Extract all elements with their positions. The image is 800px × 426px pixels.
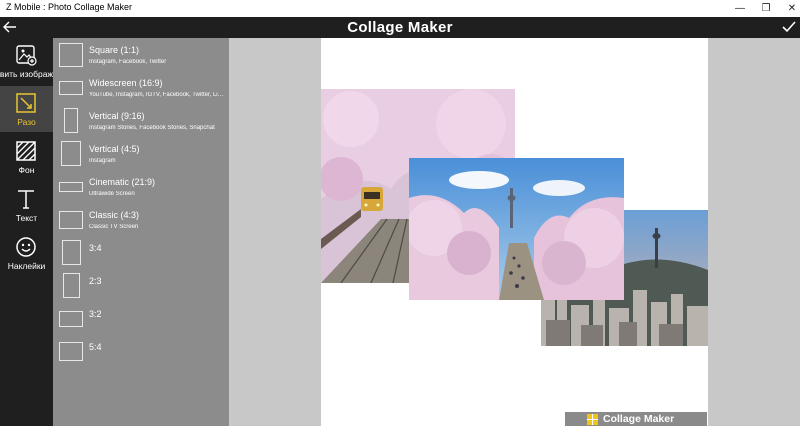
ratio-name: 5:4	[89, 342, 102, 352]
page-title: Collage Maker	[347, 19, 453, 36]
ratio-name: Classic (4:3)	[89, 210, 140, 220]
ratio-preview-shape	[62, 240, 81, 265]
tool-background[interactable]: Фон	[0, 134, 53, 180]
ratio-icon	[16, 93, 36, 113]
ratio-option-5-4[interactable]: 5:4	[53, 339, 229, 372]
ratio-option-2-3[interactable]: 2:3	[53, 273, 229, 306]
ratio-list: Square (1:1) Instagram, Facebook, Twitte…	[53, 38, 229, 426]
ratio-description: Ultrawide Screen	[89, 191, 135, 197]
collage-watermark: Collage Maker	[565, 412, 707, 426]
checkmark-icon	[782, 21, 796, 33]
collage-photo-park[interactable]	[409, 158, 624, 300]
ratio-description: YouTube, Instagram, IGTV, Facebook, Twit…	[89, 92, 225, 98]
ratio-description: Classic TV Screen	[89, 224, 139, 230]
ratio-preview-shape	[59, 182, 83, 192]
done-button[interactable]	[781, 19, 797, 35]
ratio-name: Cinematic (21:9)	[89, 177, 156, 187]
ratio-preview-shape	[59, 342, 83, 361]
ratio-preview-shape	[61, 141, 81, 166]
tool-sidebar: вить изображ Разо Фон Текст Наклейки	[0, 38, 53, 426]
watermark-text: Collage Maker	[603, 413, 675, 425]
ratio-name: Square (1:1)	[89, 45, 140, 55]
window-titlebar: Z Mobile : Photo Collage Maker — ❐ ✕	[0, 0, 800, 17]
tool-stickers[interactable]: Наклейки	[0, 230, 53, 276]
ratio-option-cinematic[interactable]: Cinematic (21:9) Ultrawide Screen	[53, 174, 229, 207]
ratio-description: Instagram, Facebook, Twitter	[89, 59, 167, 65]
ratio-name: Vertical (9:16)	[89, 111, 145, 121]
sticker-smiley-icon	[16, 237, 36, 257]
ratio-name: Widescreen (16:9)	[89, 78, 163, 88]
tool-label: вить изображ	[0, 69, 53, 79]
ratio-preview-shape	[64, 108, 78, 133]
tool-label: Наклейки	[7, 261, 46, 271]
add-image-icon	[16, 45, 37, 66]
close-button[interactable]: ✕	[772, 0, 800, 17]
collage-canvas[interactable]: Collage Maker	[321, 38, 708, 426]
tool-add-image[interactable]: вить изображ	[0, 38, 53, 84]
ratio-option-3-2[interactable]: 3:2	[53, 306, 229, 339]
ratio-description: Instagram	[89, 158, 116, 164]
ratio-preview-shape	[59, 43, 83, 67]
background-pattern-icon	[16, 141, 36, 161]
ratio-description: Instagram Stories, Facebook Stories, Sna…	[89, 125, 215, 131]
ratio-option-widescreen[interactable]: Widescreen (16:9) YouTube, Instagram, IG…	[53, 75, 229, 108]
ratio-option-3-4[interactable]: 3:4	[53, 240, 229, 273]
canvas-workspace: Collage Maker	[229, 38, 800, 426]
ratio-option-classic[interactable]: Classic (4:3) Classic TV Screen	[53, 207, 229, 240]
ratio-name: 2:3	[89, 276, 102, 286]
collage-logo-icon	[587, 413, 598, 425]
ratio-name: 3:2	[89, 309, 102, 319]
text-icon	[18, 190, 34, 209]
ratio-option-vertical-9-16[interactable]: Vertical (9:16) Instagram Stories, Faceb…	[53, 108, 229, 141]
ratio-preview-shape	[63, 273, 80, 298]
tool-label: Фон	[18, 165, 35, 175]
tool-label: Текст	[15, 213, 38, 223]
tool-ratio[interactable]: Разо	[0, 86, 53, 132]
tool-text[interactable]: Текст	[0, 182, 53, 228]
ratio-preview-shape	[59, 311, 83, 327]
ratio-preview-shape	[59, 81, 83, 95]
ratio-option-vertical-4-5[interactable]: Vertical (4:5) Instagram	[53, 141, 229, 174]
app-header: Collage Maker	[0, 17, 800, 38]
ratio-option-square[interactable]: Square (1:1) Instagram, Facebook, Twitte…	[53, 42, 229, 75]
ratio-name: 3:4	[89, 243, 102, 253]
window-title: Z Mobile : Photo Collage Maker	[6, 2, 133, 12]
tool-label: Разо	[17, 117, 36, 127]
ratio-preview-shape	[59, 211, 83, 229]
ratio-name: Vertical (4:5)	[89, 144, 140, 154]
